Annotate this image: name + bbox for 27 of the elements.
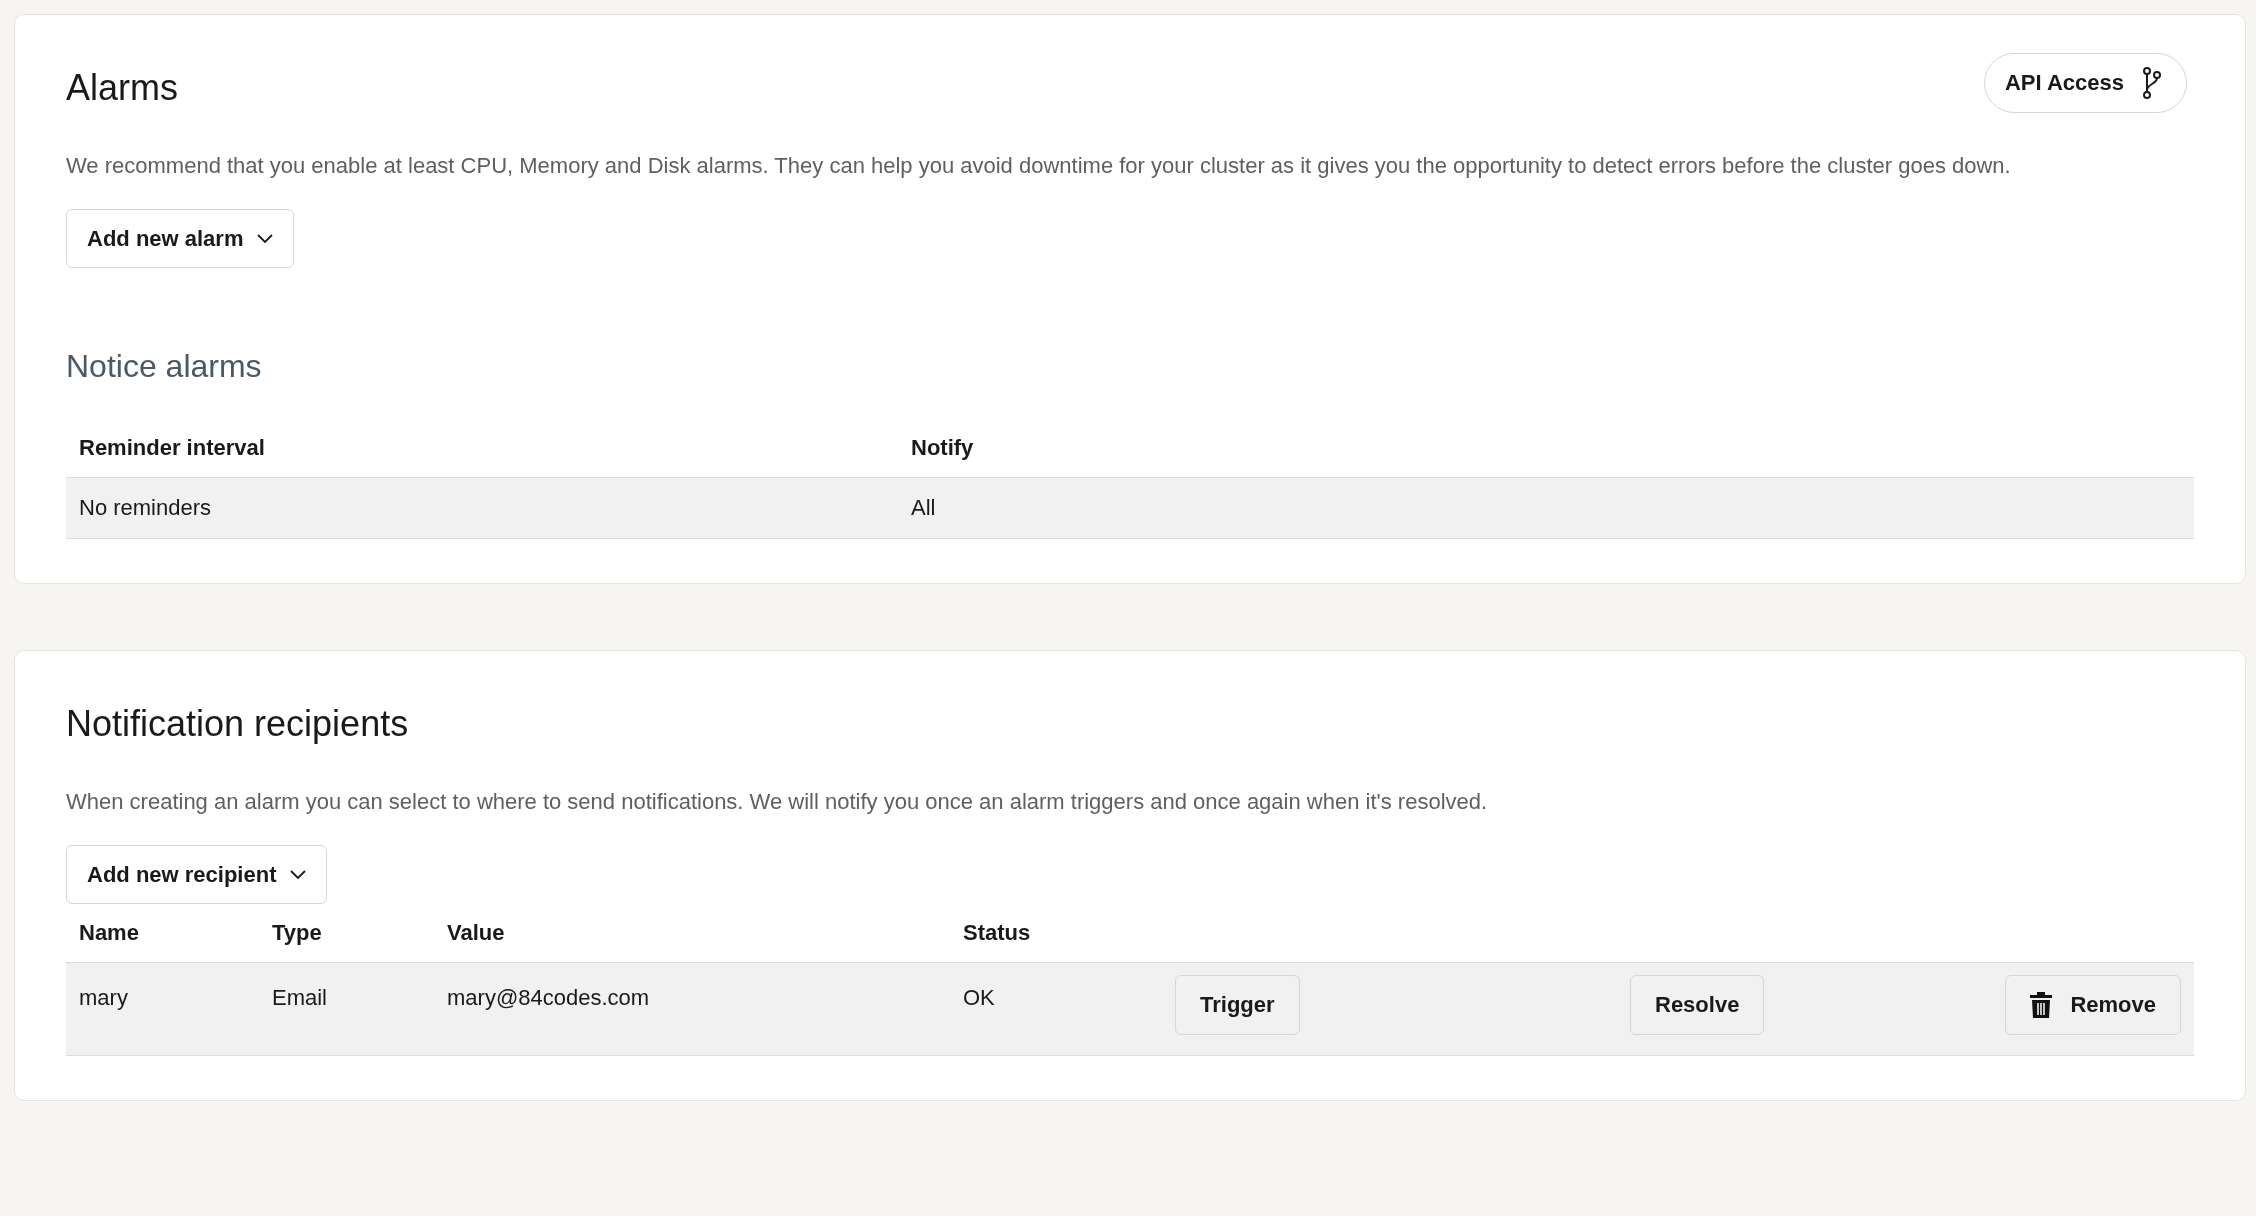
chevron-down-icon: [290, 869, 307, 880]
column-header: Type: [272, 920, 323, 946]
table-cell-text: All: [911, 495, 937, 521]
table-cell-text: OK: [963, 984, 996, 1012]
description-text: When creating an alarm you can select to where to send notifications. We will notify you once an alarm triggers and once again when it's resolved.: [66, 789, 1489, 815]
table-cell-text: No reminders: [79, 495, 213, 521]
column-header: Name: [79, 920, 140, 946]
table-cell-text: mary: [79, 984, 129, 1012]
section-title: Notification recipients: [66, 703, 409, 745]
chevron-down-icon: [257, 233, 274, 244]
table-cell-text: Email: [272, 984, 328, 1012]
remove-button[interactable]: Remove: [2005, 975, 2181, 1035]
trash-icon: [2030, 992, 2053, 1018]
column-header: Reminder interval: [79, 435, 266, 461]
resolve-button[interactable]: Resolve: [1630, 975, 1765, 1035]
notice-alarms-heading: Notice alarms: [66, 348, 263, 385]
add-alarm-dropdown[interactable]: Add new alarm: [66, 209, 295, 268]
api-access-button[interactable]: API Access: [1983, 53, 2187, 113]
trigger-button[interactable]: Trigger: [1175, 975, 1300, 1035]
branch-icon: [2142, 66, 2162, 100]
description-text: We recommend that you enable at least CPU, Memory and Disk alarms. They can help you avoid downtime for your cluster as it gives you the opportunity to detect errors before the cluster goes down.: [66, 153, 2012, 179]
section-title: Alarms: [66, 67, 178, 109]
add-recipient-dropdown[interactable]: Add new recipient: [66, 845, 328, 904]
column-header: Status: [963, 920, 1032, 946]
column-header: Value: [447, 920, 506, 946]
column-header: Notify: [911, 435, 975, 461]
table-cell-text: mary@84codes.com: [447, 984, 651, 1012]
